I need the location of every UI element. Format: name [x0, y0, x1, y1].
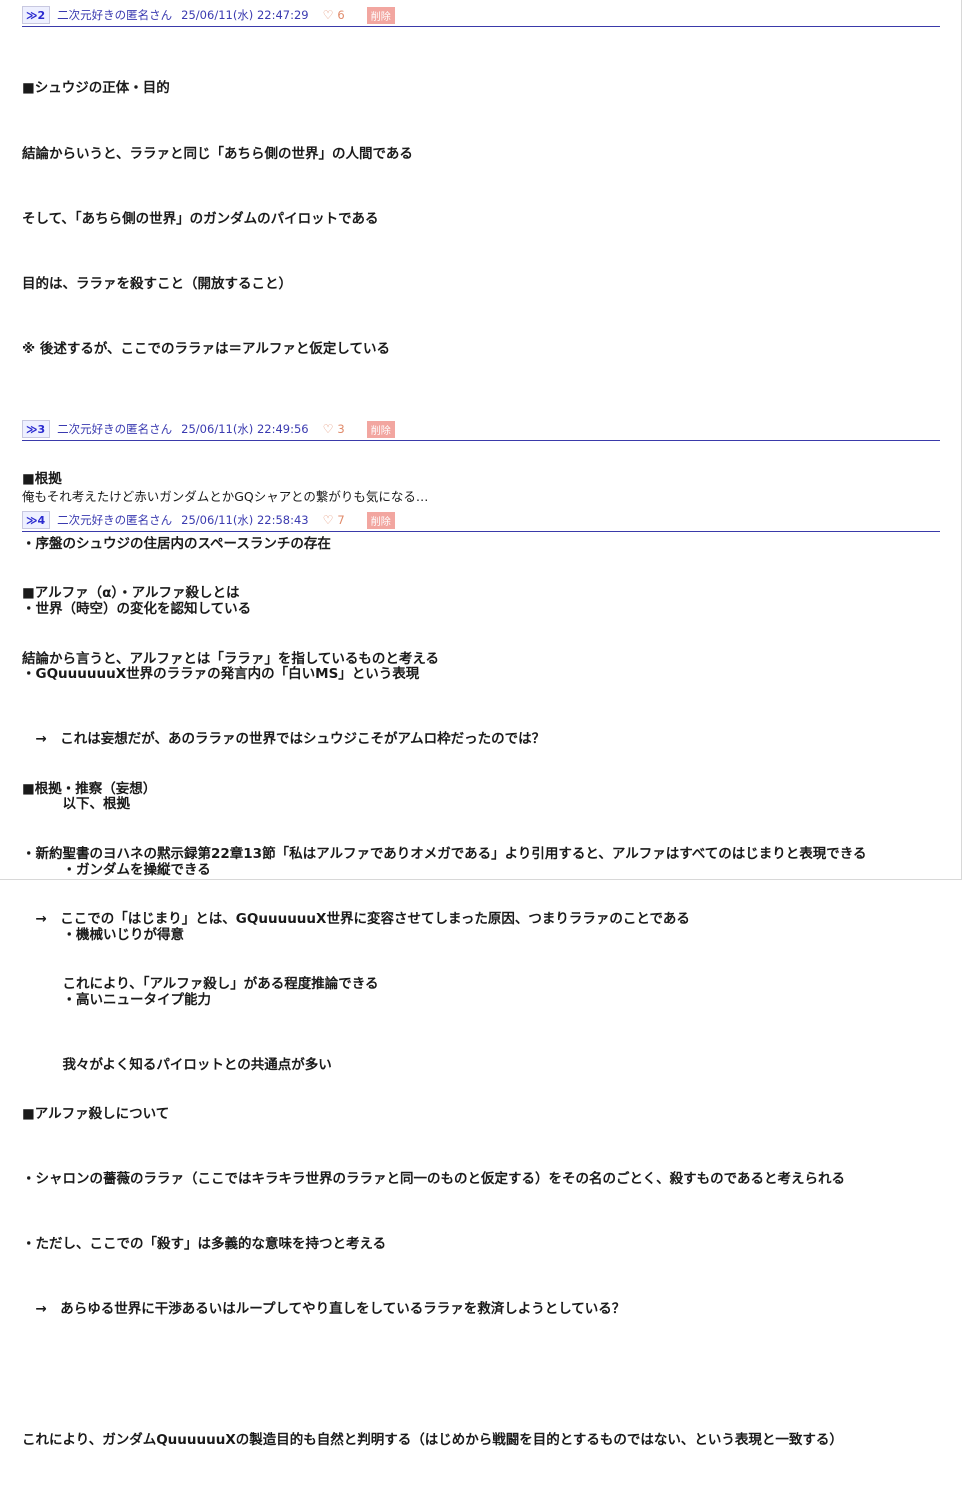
poster-name: 二次元好きの匿名さん [57, 513, 173, 527]
delete-button[interactable]: 削除 [366, 420, 395, 438]
like-button[interactable]: ♡ 7 [323, 513, 345, 527]
post-line: そして、「あちら側の世界」のガンダムのパイロットである [22, 210, 379, 227]
post-header: ≫3 二次元好きの匿名さん 25/06/11(水) 22:49:56 ♡ 3 削除 [22, 418, 940, 441]
post-line [22, 1365, 940, 1387]
post-line [22, 714, 940, 736]
post-line: → ここでの「はじまり」とは、GQuuuuuuX世界に変容させてしまった原因、つ… [22, 910, 690, 927]
post-line: 結論から言うと、アルファとは「ララァ」を指しているものと考える [22, 650, 440, 667]
post-line: これにより、「アルファ殺し」がある程度推論できる [22, 975, 379, 992]
like-button[interactable]: ♡ 3 [323, 422, 345, 436]
post-line: → あらゆる世界に干渉あるいはループしてやり直しをしているララァを救済しようとし… [22, 1301, 626, 1318]
like-count: 7 [337, 513, 345, 527]
post-4: ≫4 二次元好きの匿名さん 25/06/11(水) 22:58:43 ♡ 7 削除… [22, 509, 940, 1495]
post-date: 25/06/11(水) 22:47:29 [181, 8, 309, 22]
post-line: ■根拠・推察（妄想） [22, 780, 157, 797]
heart-icon: ♡ [322, 422, 334, 436]
delete-button[interactable]: 削除 [366, 6, 395, 24]
post-line: ■アルファ（α）・アルファ殺しとは [22, 585, 240, 602]
post-line [22, 1039, 940, 1061]
heart-icon: ♡ [322, 513, 334, 527]
post-line: ■シュウジの正体・目的 [22, 80, 170, 97]
post-line: ・新約聖書のヨハネの黙示録第22章13節「私はアルファでありオメガである」より引… [22, 845, 867, 862]
poster-name: 二次元好きの匿名さん [57, 8, 173, 22]
res-number-link[interactable]: ≫3 [22, 420, 51, 438]
res-number-link[interactable]: ≫2 [22, 6, 51, 24]
post-header: ≫4 二次元好きの匿名さん 25/06/11(水) 22:58:43 ♡ 7 削除 [22, 509, 940, 532]
post-body: ■アルファ（α）・アルファ殺しとは 結論から言うと、アルファとは「ララァ」を指し… [22, 540, 940, 1495]
post-line: ・ただし、ここでの「殺す」は多義的な意味を持つと考える [22, 1236, 387, 1253]
post-date: 25/06/11(水) 22:58:43 [181, 513, 309, 527]
poster-name: 二次元好きの匿名さん [57, 422, 173, 436]
like-button[interactable]: ♡ 6 [323, 8, 345, 22]
post-line: ・シャロンの薔薇のララァ（ここではキラキラ世界のララァと同一のものと仮定する）を… [22, 1171, 845, 1188]
post-header: ≫2 二次元好きの匿名さん 25/06/11(水) 22:47:29 ♡ 6 削除 [22, 4, 940, 27]
like-count: 3 [337, 422, 345, 436]
post-date: 25/06/11(水) 22:49:56 [181, 422, 309, 436]
like-count: 6 [337, 8, 345, 22]
post-line: 結論からいうと、ララァと同じ「あちら側の世界」の人間である [22, 145, 413, 162]
res-number-link[interactable]: ≫4 [22, 511, 51, 529]
post-line: ※ 後述するが、ここでのララァは＝アルファと仮定している [22, 340, 391, 357]
heart-icon: ♡ [322, 8, 334, 22]
post-line: 俺もそれ考えたけど赤いガンダムとかGQシャアとの繋がりも気になる… [22, 489, 429, 504]
post-line: ■アルファ殺しについて [22, 1106, 170, 1123]
delete-button[interactable]: 削除 [366, 511, 395, 529]
post-line: 目的は、ララァを殺すこと（開放すること） [22, 275, 292, 292]
post-line: これにより、ガンダムQuuuuuuXの製造目的も自然と判明する（はじめから戦闘を… [22, 1431, 843, 1448]
